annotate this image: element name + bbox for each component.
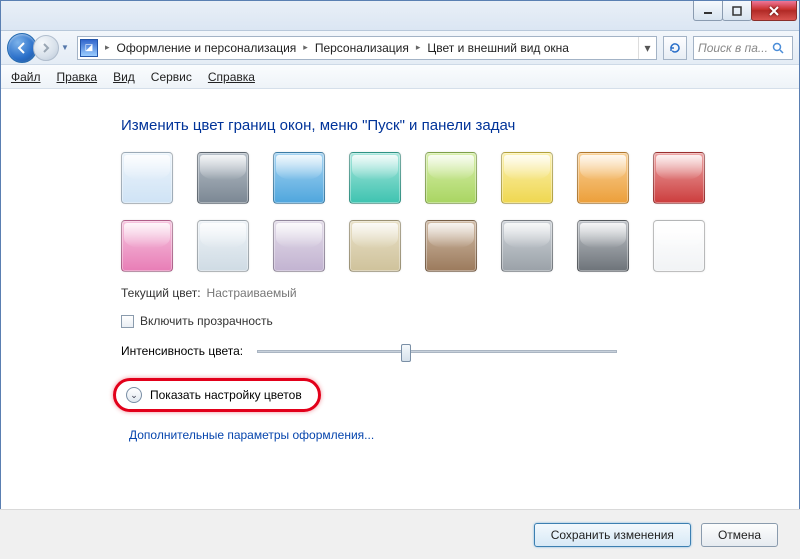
minimize-button[interactable] xyxy=(693,1,723,21)
color-swatch-teal[interactable] xyxy=(349,152,401,204)
color-swatch-sky[interactable] xyxy=(121,152,173,204)
search-icon xyxy=(772,42,784,54)
maximize-button[interactable] xyxy=(722,1,752,21)
close-button[interactable] xyxy=(751,1,797,21)
page-title: Изменить цвет границ окон, меню "Пуск" и… xyxy=(121,117,749,134)
color-swatch-red[interactable] xyxy=(653,152,705,204)
color-swatch-grid xyxy=(121,152,741,272)
cancel-button[interactable]: Отмена xyxy=(701,523,778,547)
menu-bar: Файл Правка Вид Сервис Справка xyxy=(1,65,799,89)
chevron-down-icon[interactable]: ⌄ xyxy=(126,387,142,403)
nav-history-dropdown[interactable]: ▼ xyxy=(59,43,71,52)
breadcrumb-bar[interactable]: ◪ ▸ Оформление и персонализация ▸ Персон… xyxy=(77,36,657,60)
breadcrumb-item[interactable]: Цвет и внешний вид окна xyxy=(423,37,573,59)
color-swatch-chocolate[interactable] xyxy=(425,220,477,272)
save-button[interactable]: Сохранить изменения xyxy=(534,523,691,547)
color-swatch-graphite[interactable] xyxy=(197,152,249,204)
intensity-slider[interactable] xyxy=(257,350,617,353)
color-swatch-sand[interactable] xyxy=(349,220,401,272)
titlebar xyxy=(1,1,799,31)
color-swatch-lavender[interactable] xyxy=(273,220,325,272)
window-frame: ▼ ◪ ▸ Оформление и персонализация ▸ Перс… xyxy=(0,0,800,559)
chevron-right-icon[interactable]: ▸ xyxy=(300,42,311,53)
refresh-button[interactable] xyxy=(663,36,687,60)
menu-file[interactable]: Файл xyxy=(11,70,41,84)
menu-help[interactable]: Справка xyxy=(208,70,255,84)
menu-tools[interactable]: Сервис xyxy=(151,70,192,84)
search-placeholder: Поиск в па... xyxy=(698,41,768,55)
menu-edit[interactable]: Правка xyxy=(57,70,98,84)
search-input[interactable]: Поиск в па... xyxy=(693,36,793,60)
intensity-label: Интенсивность цвета: xyxy=(121,344,243,358)
color-swatch-pink[interactable] xyxy=(121,220,173,272)
color-swatch-lime[interactable] xyxy=(425,152,477,204)
color-swatch-yellow[interactable] xyxy=(501,152,553,204)
breadcrumb-item[interactable]: Оформление и персонализация xyxy=(113,37,301,59)
nav-forward-button[interactable] xyxy=(33,35,59,61)
chevron-right-icon[interactable]: ▸ xyxy=(102,42,113,53)
control-panel-icon: ◪ xyxy=(80,39,98,57)
color-swatch-charcoal[interactable] xyxy=(577,220,629,272)
color-swatch-slate[interactable] xyxy=(501,220,553,272)
dialog-footer: Сохранить изменения Отмена xyxy=(0,509,800,559)
chevron-right-icon[interactable]: ▸ xyxy=(413,42,424,53)
advanced-appearance-link[interactable]: Дополнительные параметры оформления... xyxy=(129,428,749,442)
menu-view[interactable]: Вид xyxy=(113,70,135,84)
transparency-label: Включить прозрачность xyxy=(140,314,273,328)
show-color-mixer-button[interactable]: Показать настройку цветов xyxy=(150,388,302,402)
color-swatch-orange[interactable] xyxy=(577,152,629,204)
color-swatch-white[interactable] xyxy=(653,220,705,272)
current-color-value: Настраиваемый xyxy=(207,286,297,300)
breadcrumb-item[interactable]: Персонализация xyxy=(311,37,413,59)
current-color-label: Текущий цвет: xyxy=(121,286,201,300)
transparency-row: Включить прозрачность xyxy=(121,314,749,328)
transparency-checkbox[interactable] xyxy=(121,315,134,328)
breadcrumb-dropdown[interactable]: ▾ xyxy=(638,37,656,59)
slider-thumb[interactable] xyxy=(401,344,411,362)
color-swatch-frost[interactable] xyxy=(197,220,249,272)
color-swatch-blue[interactable] xyxy=(273,152,325,204)
address-bar: ▼ ◪ ▸ Оформление и персонализация ▸ Перс… xyxy=(1,31,799,65)
show-color-mixer-highlight: ⌄ Показать настройку цветов xyxy=(113,378,321,412)
intensity-row: Интенсивность цвета: xyxy=(121,344,749,358)
content-area: Изменить цвет границ окон, меню "Пуск" и… xyxy=(1,89,799,452)
current-color-row: Текущий цвет: Настраиваемый xyxy=(121,286,749,300)
